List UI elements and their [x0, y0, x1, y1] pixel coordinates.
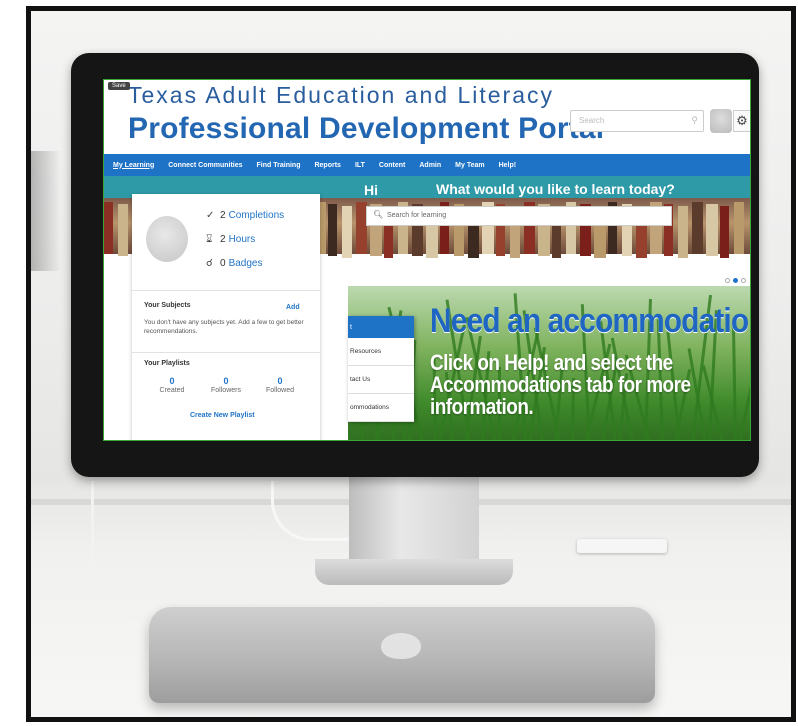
nav-item-find-training[interactable]: Find Training	[250, 162, 308, 169]
stat-badges[interactable]: ☌ 0 Badges	[206, 258, 262, 269]
wall-shadow	[31, 151, 61, 271]
power-cable	[91, 481, 291, 621]
playlists-heading: Your Playlists	[144, 360, 190, 367]
banner-body: Click on Help! and select the Accommodat…	[430, 350, 691, 419]
profile-card: ✓ 2 Completions ⌛︎ 2 Hours ☌ 0 Badges Your Sub…	[132, 194, 320, 440]
playlist-stat-created[interactable]: 0 Created	[144, 376, 200, 394]
hours-count: 2	[220, 234, 226, 245]
help-item-contact-us[interactable]: tact Us	[348, 366, 414, 394]
user-avatar[interactable]	[710, 109, 732, 133]
portal-screen: Texas Adult Education and Literacy Profe…	[103, 79, 751, 441]
playlist-stat-value: 0	[223, 376, 229, 386]
check-circle-icon: ✓	[206, 210, 215, 221]
stat-completions[interactable]: ✓ 2 Completions	[206, 210, 284, 221]
ribbon-icon: ☌	[206, 258, 213, 269]
nav-item-connect-communities[interactable]: Connect Communities	[161, 162, 249, 169]
completions-label: Completions	[228, 210, 285, 221]
learning-search-placeholder: Search for learning	[387, 212, 447, 219]
book-spine	[734, 202, 744, 254]
carousel-dot[interactable]	[741, 278, 746, 283]
stat-hours[interactable]: ⌛︎ 2 Hours	[206, 234, 255, 245]
portal-title-line1: Texas Adult Education and Literacy	[128, 82, 555, 108]
add-subject-link[interactable]: Add	[286, 304, 300, 311]
nav-item-my-team[interactable]: My Team	[448, 162, 491, 169]
grass-blade	[738, 380, 750, 440]
book-spine	[104, 202, 113, 254]
portal-header: Texas Adult Education and Literacy Profe…	[104, 80, 750, 150]
book-spine	[342, 206, 352, 258]
completions-count: 2	[220, 210, 226, 221]
usb-accessory	[577, 539, 667, 553]
playlist-stat-value: 0	[169, 376, 175, 386]
playlist-stat-followed[interactable]: 0 Followed	[252, 376, 308, 394]
playlist-stat-value: 0	[277, 376, 283, 386]
save-button[interactable]: Save	[108, 82, 130, 90]
banner-headline: Need an accommodation	[430, 302, 751, 340]
help-menu-header: t	[348, 316, 414, 338]
hero-greeting: Hi	[364, 182, 378, 198]
portal-title-line2: Professional Development Portal	[128, 112, 605, 145]
book-spine	[328, 204, 337, 256]
hero-question: What would you like to learn today?	[436, 181, 675, 197]
book-spine	[720, 206, 729, 258]
subjects-heading: Your Subjects	[144, 302, 191, 309]
save-label: Save	[112, 83, 126, 89]
help-item-resources[interactable]: Resources	[348, 338, 414, 366]
nav-item-my-learning[interactable]: My Learning	[106, 162, 161, 169]
playlist-stat-label: Followed	[265, 387, 294, 394]
divider	[132, 290, 320, 291]
search-placeholder: Search	[579, 116, 605, 125]
search-icon: 🔍︎	[373, 210, 384, 219]
hours-label: Hours	[228, 234, 256, 245]
nav-item-admin[interactable]: Admin	[412, 162, 448, 169]
playlist-stat-label: Followers	[211, 387, 241, 394]
book-spine	[678, 206, 688, 258]
badges-label: Badges	[228, 258, 263, 269]
subjects-empty-text: You don't have any subjects yet. Add a f…	[144, 319, 304, 335]
apple-logo-icon: ●	[449, 487, 463, 503]
gear-icon[interactable]: ⚙	[733, 110, 750, 132]
monitor-stand-base	[315, 559, 513, 585]
carousel-dot[interactable]	[725, 278, 730, 283]
nav-item-reports[interactable]: Reports	[307, 162, 347, 169]
help-item-accommodations[interactable]: ommodations	[348, 394, 414, 422]
book-spine	[706, 204, 718, 256]
avatar[interactable]	[146, 216, 188, 262]
hourglass-icon: ⌛︎	[206, 234, 213, 245]
playlist-stat-followers[interactable]: 0 Followers	[198, 376, 254, 394]
book-spine	[118, 204, 128, 256]
monitor-stand	[349, 471, 479, 563]
laptop	[149, 607, 655, 703]
nav-item-help[interactable]: Help!	[492, 162, 524, 169]
nav-item-content[interactable]: Content	[372, 162, 412, 169]
main-nav: My Learning Connect Communities Find Train…	[104, 154, 750, 176]
learning-search-input[interactable]: 🔍︎ Search for learning	[366, 206, 672, 226]
help-dropdown-menu: t Resources tact Us ommodations	[348, 316, 414, 422]
book-spine	[692, 202, 703, 254]
divider	[132, 352, 320, 353]
search-input[interactable]: Search ⚲	[570, 110, 704, 132]
search-icon[interactable]: ⚲	[691, 115, 698, 126]
playlist-stat-label: Created	[159, 387, 185, 394]
nav-item-ilt[interactable]: ILT	[348, 162, 372, 169]
badges-count: 0	[220, 258, 226, 269]
carousel-dot[interactable]	[733, 278, 738, 283]
create-playlist-link[interactable]: Create New Playlist	[190, 412, 255, 419]
laptop-logo	[381, 633, 421, 659]
photo-frame: ● Texas Adult Education and Literacy Pro…	[26, 6, 796, 722]
